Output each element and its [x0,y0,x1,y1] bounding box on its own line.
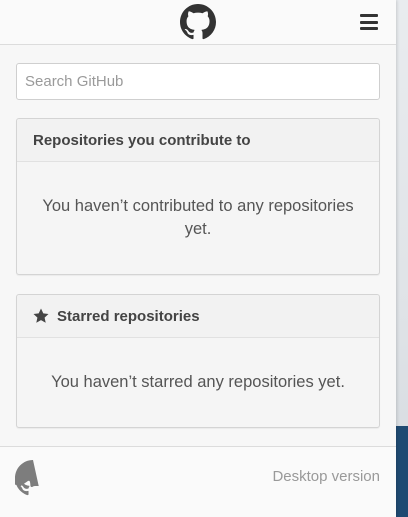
empty-message-text: You haven’t starred any repositories yet… [51,373,345,391]
search-input[interactable] [16,63,380,100]
panel-empty-message: You haven’t contributed to any repositor… [17,162,379,274]
starred-repositories-panel: Starred repositories You haven’t starred… [16,294,380,428]
drawer-header [0,0,396,45]
panel-title: Repositories you contribute to [33,131,251,149]
empty-message-text: You haven’t contributed to any repositor… [42,197,354,238]
backdrop-edge [396,426,408,517]
panel-heading: Repositories you contribute to [17,119,379,162]
drawer-footer: Desktop version [0,446,396,517]
panel-heading: Starred repositories [17,295,379,338]
github-octocat-icon[interactable] [15,460,51,496]
hamburger-menu-icon[interactable] [358,12,380,32]
contributed-repositories-panel: Repositories you contribute to You haven… [16,118,380,275]
navigation-drawer: Repositories you contribute to You haven… [0,0,396,517]
panel-title: Starred repositories [57,307,200,325]
github-logo-icon[interactable] [180,4,216,40]
star-icon [33,308,49,323]
panel-empty-message: You haven’t starred any repositories yet… [17,338,379,427]
desktop-version-link[interactable]: Desktop version [272,468,380,485]
